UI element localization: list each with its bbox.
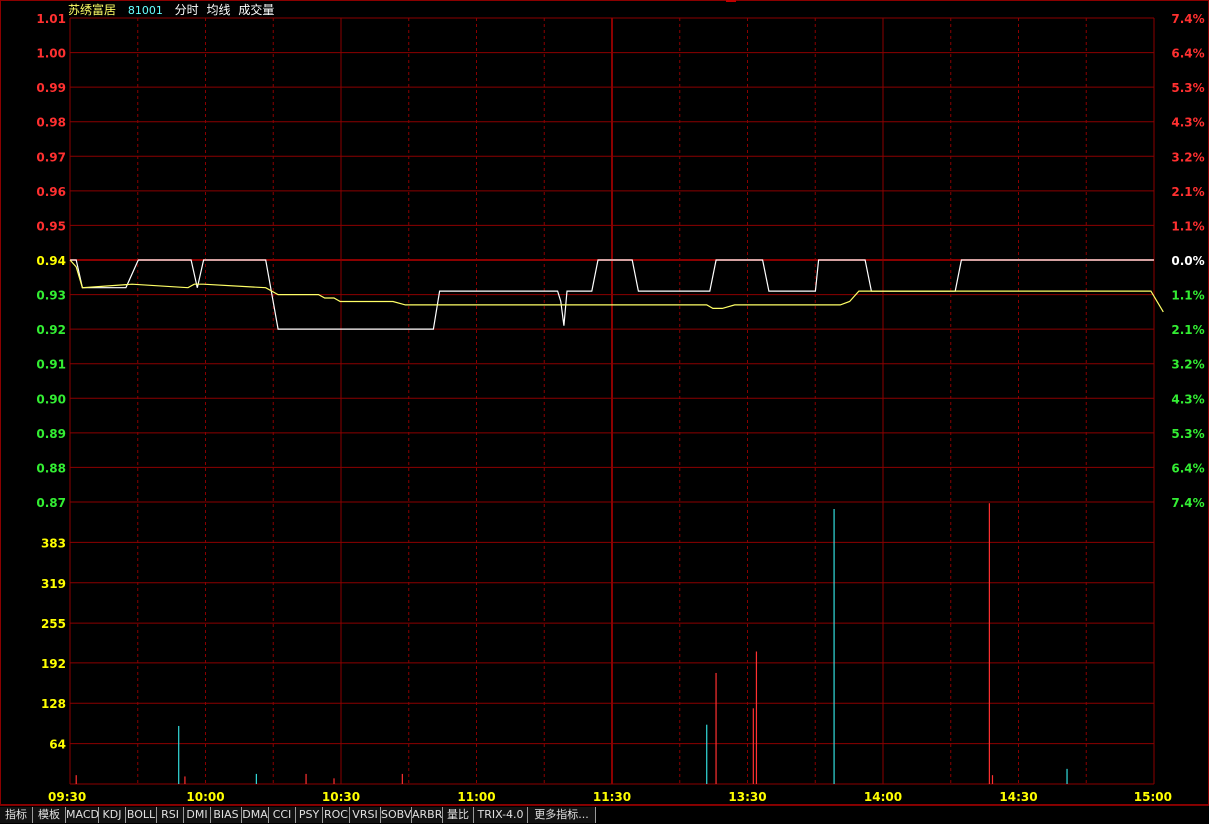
price-tick-label: 0.91: [36, 358, 66, 372]
indicator-tab[interactable]: CCI: [269, 807, 296, 823]
pct-tick-label: 2.1%: [1171, 323, 1204, 337]
price-tick-label: 0.87: [36, 496, 66, 510]
indicator-tab[interactable]: ARBR: [412, 807, 443, 823]
time-tick-label: 15:00: [1134, 790, 1172, 804]
top-marker: [726, 0, 736, 2]
time-tick-label: 09:30: [48, 790, 86, 804]
price-tick-label: 0.90: [36, 392, 66, 406]
price-tick-label: 0.99: [36, 81, 66, 95]
price-tick-label: 1.00: [36, 47, 66, 61]
indicator-tab[interactable]: 指标: [0, 807, 33, 823]
time-tick-label: 14:30: [999, 790, 1037, 804]
stock-code: 81001: [127, 4, 163, 17]
pct-tick-label: 3.2%: [1171, 358, 1204, 372]
time-tick-label: 10:00: [186, 790, 224, 804]
indicator-tab[interactable]: VRSI: [350, 807, 381, 823]
chart-frame: [0, 0, 1209, 805]
pct-tick-label: 0.0%: [1171, 254, 1204, 268]
time-tick-label: 10:30: [322, 790, 360, 804]
indicator-tab[interactable]: TRIX-4.0: [474, 807, 528, 823]
price-tick-label: 0.95: [36, 219, 66, 233]
volume-tick-label: 255: [41, 617, 66, 631]
indicator-tab[interactable]: DMI: [184, 807, 211, 823]
price-tick-label: 0.98: [36, 116, 66, 130]
price-tick-label: 0.96: [36, 185, 66, 199]
volume-tick-label: 383: [41, 536, 66, 550]
price-tick-label: 0.93: [36, 289, 66, 303]
time-tick-label: 11:30: [593, 790, 631, 804]
indicator-tab[interactable]: PSY: [296, 807, 323, 823]
indicator-tab[interactable]: RSI: [157, 807, 184, 823]
pct-tick-label: 3.2%: [1171, 150, 1204, 164]
pct-tick-label: 2.1%: [1171, 185, 1204, 199]
indicator-tab[interactable]: ROC: [323, 807, 350, 823]
pct-tick-label: 4.3%: [1171, 116, 1204, 130]
pct-tick-label: 5.3%: [1171, 81, 1204, 95]
indicator-tab[interactable]: BIAS: [211, 807, 242, 823]
time-tick-label: 14:00: [864, 790, 902, 804]
chart-header: 苏绣富居 81001 分时 均线 成交量: [68, 2, 282, 19]
volume-tick-label: 64: [49, 738, 66, 752]
price-tick-label: 0.88: [36, 461, 66, 475]
pct-tick-label: 6.4%: [1171, 47, 1204, 61]
pct-tick-label: 5.3%: [1171, 427, 1204, 441]
price-tick-label: 0.94: [36, 254, 66, 268]
label-minute: 分时: [174, 3, 199, 17]
indicator-tabs: 指标 模板 MACD KDJ BOLL RSI DMI BIAS DMA CCI PSY ROC VRS…: [0, 805, 1209, 824]
time-tick-label: 13:30: [728, 790, 766, 804]
pct-tick-label: 4.3%: [1171, 392, 1204, 406]
pct-tick-label: 1.1%: [1171, 289, 1204, 303]
volume-tick-label: 319: [41, 577, 66, 591]
label-volume: 成交量: [238, 3, 275, 17]
pct-tick-label: 1.1%: [1171, 219, 1204, 233]
volume-tick-label: 192: [41, 657, 66, 671]
time-tick-label: 11:00: [457, 790, 495, 804]
intraday-chart: 1.01 7.4% 1.00 6.4% 0.99 5.3% 0.98 4.3% 0.97 3.2%…: [0, 0, 1209, 805]
indicator-tab[interactable]: 量比: [443, 807, 474, 823]
volume-tick-label: 128: [41, 697, 66, 711]
indicator-tab[interactable]: 更多指标...: [528, 807, 596, 823]
pct-tick-label: 7.4%: [1171, 496, 1204, 510]
price-tick-label: 0.92: [36, 323, 66, 337]
indicator-tab[interactable]: SOBV: [381, 807, 412, 823]
price-tick-label: 0.89: [36, 427, 66, 441]
average-line: [69, 259, 1164, 313]
stock-name: 苏绣富居: [68, 3, 117, 17]
pct-tick-label: 6.4%: [1171, 461, 1204, 475]
indicator-tab[interactable]: BOLL: [126, 807, 157, 823]
indicator-tab[interactable]: DMA: [242, 807, 269, 823]
indicator-tab[interactable]: 模板: [33, 807, 66, 823]
price-tick-label: 1.01: [36, 12, 66, 26]
indicator-tab[interactable]: KDJ: [99, 807, 126, 823]
indicator-tab[interactable]: MACD: [66, 807, 99, 823]
pct-tick-label: 7.4%: [1171, 12, 1204, 26]
price-tick-label: 0.97: [36, 150, 66, 164]
label-avg-line: 均线: [206, 3, 231, 17]
